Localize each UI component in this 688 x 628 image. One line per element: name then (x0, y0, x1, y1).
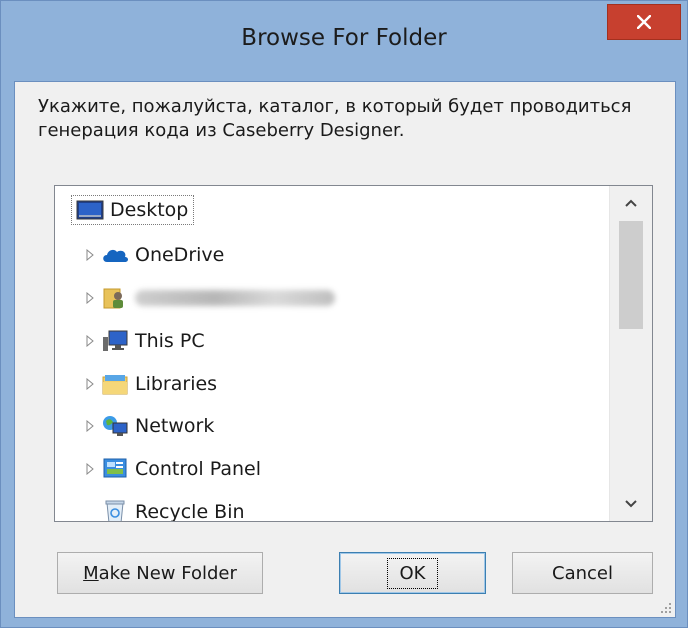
this-pc-icon (101, 329, 129, 353)
make-new-folder-label: ake New Folder (98, 562, 237, 584)
control-panel-icon (101, 457, 129, 481)
tree-item-label: Recycle Bin (135, 501, 245, 522)
expand-arrow-icon[interactable] (83, 462, 97, 476)
cancel-label: Cancel (552, 562, 613, 584)
onedrive-cloud-icon (101, 243, 129, 267)
tree-item-recycle-bin[interactable]: Recycle Bin (101, 494, 245, 522)
dialog-description: Укажите, пожалуйста, каталог, в который … (38, 96, 632, 141)
ok-button[interactable]: OK (339, 552, 486, 594)
tree-item-this-pc[interactable]: This PC (83, 323, 205, 359)
scrollbar-thumb[interactable] (619, 221, 643, 329)
close-button[interactable] (607, 4, 681, 40)
blurred-username (135, 290, 335, 306)
expand-arrow-icon[interactable] (83, 334, 97, 348)
expand-arrow-icon[interactable] (83, 248, 97, 262)
vertical-scrollbar[interactable] (609, 186, 652, 521)
recycle-bin-icon (101, 500, 129, 521)
folder-tree-list: Desktop OneDrive This PC Libraries Netwo… (55, 186, 610, 521)
tree-item-label: Control Panel (135, 458, 261, 480)
tree-item-network[interactable]: Network (83, 408, 214, 444)
libraries-icon (101, 372, 129, 396)
expand-arrow-icon[interactable] (83, 291, 97, 305)
tree-item-label: Libraries (135, 373, 218, 395)
resize-grip-icon[interactable] (657, 599, 673, 615)
network-icon (101, 414, 129, 438)
dialog-client-area: Укажите, пожалуйста, каталог, в который … (14, 81, 676, 618)
tree-item-label: Desktop (110, 199, 189, 221)
tree-item-label: Network (135, 415, 215, 437)
tree-item-label: OneDrive (135, 244, 225, 266)
chevron-down-icon (625, 500, 637, 508)
make-new-folder-button[interactable]: Make New Folder (57, 552, 263, 594)
selection-box: Desktop (71, 195, 195, 225)
expand-arrow-icon[interactable] (83, 419, 97, 433)
ok-label: OK (386, 557, 439, 589)
scroll-down-button[interactable] (610, 487, 652, 521)
tree-item-user-folder[interactable] (83, 280, 335, 316)
desktop-icon (76, 198, 104, 222)
tree-item-onedrive[interactable]: OneDrive (83, 237, 224, 273)
mnemonic-letter: M (83, 562, 99, 584)
folder-tree[interactable]: Desktop OneDrive This PC Libraries Netwo… (54, 185, 653, 522)
scroll-up-button[interactable] (610, 186, 652, 220)
cancel-button[interactable]: Cancel (512, 552, 653, 594)
tree-item-label: This PC (135, 330, 205, 352)
user-folder-icon (101, 286, 129, 310)
title-bar[interactable]: Browse For Folder (1, 1, 687, 81)
chevron-up-icon (625, 199, 637, 207)
expand-arrow-icon[interactable] (83, 377, 97, 391)
close-icon (637, 15, 651, 29)
tree-item-desktop[interactable]: Desktop (71, 192, 195, 228)
tree-item-libraries[interactable]: Libraries (83, 366, 217, 402)
browse-for-folder-window: Browse For Folder Укажите, пожалуйста, к… (0, 0, 688, 628)
tree-item-control-panel[interactable]: Control Panel (83, 451, 261, 487)
window-title: Browse For Folder (241, 25, 447, 51)
